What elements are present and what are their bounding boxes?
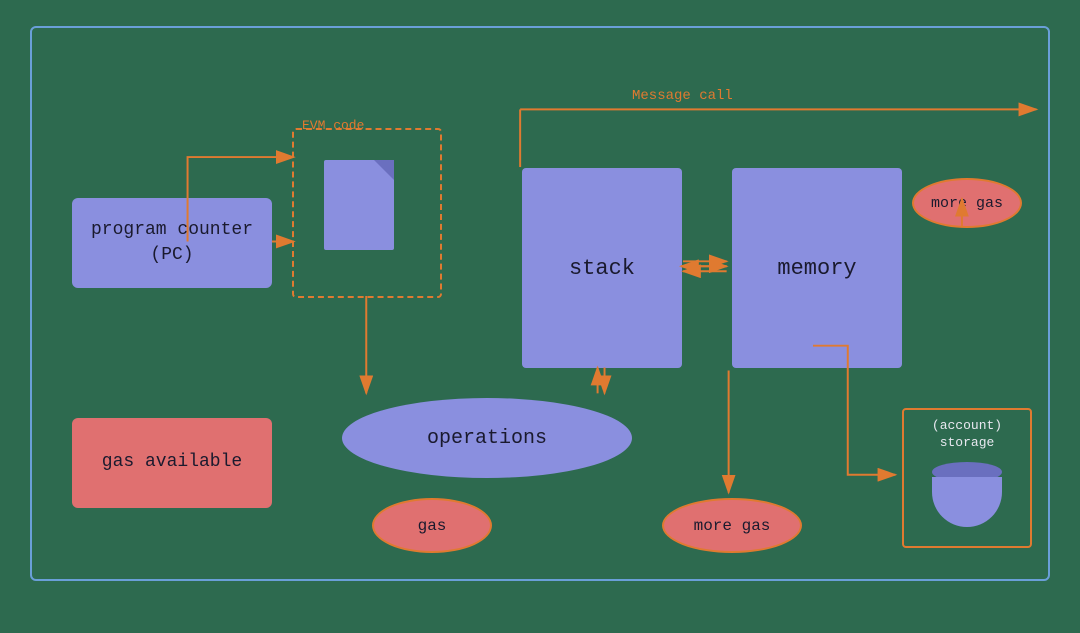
cylinder-icon	[932, 462, 1002, 527]
memory-box: memory	[732, 168, 902, 368]
stack-box: stack	[522, 168, 682, 368]
more-gas-bottom-label: more gas	[694, 517, 771, 535]
message-call-label: Message call	[632, 88, 733, 104]
gas-ellipse: gas	[372, 498, 492, 553]
cylinder-body	[932, 477, 1002, 527]
program-counter-label: program counter (PC)	[72, 218, 272, 268]
memory-label: memory	[777, 256, 856, 281]
evm-code-box: EVM code	[292, 128, 442, 298]
program-counter-box: program counter (PC)	[72, 198, 272, 288]
document-icon	[324, 160, 394, 250]
main-diagram: program counter (PC) gas available EVM c…	[30, 26, 1050, 581]
account-storage-label: (account) storage	[904, 418, 1030, 452]
gas-available-box: gas available	[72, 418, 272, 508]
operations-label: operations	[427, 427, 547, 450]
account-storage-box: (account) storage	[902, 408, 1032, 548]
gas-available-label: gas available	[102, 450, 242, 475]
evm-code-label: EVM code	[302, 118, 364, 133]
more-gas-top-label: more gas	[931, 195, 1003, 212]
gas-label: gas	[418, 517, 447, 535]
operations-ellipse: operations	[342, 398, 632, 478]
more-gas-top-ellipse: more gas	[912, 178, 1022, 228]
more-gas-bottom-ellipse: more gas	[662, 498, 802, 553]
stack-label: stack	[569, 256, 635, 281]
